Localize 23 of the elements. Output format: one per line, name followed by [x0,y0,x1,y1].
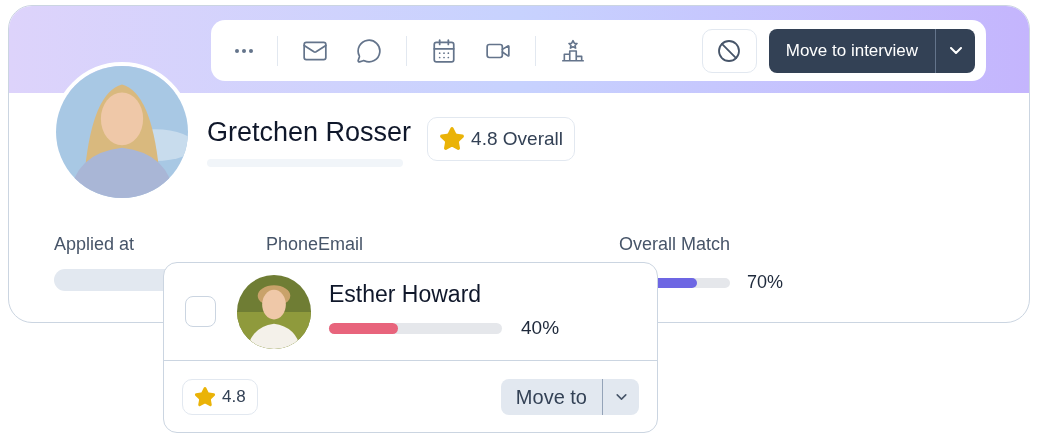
field-label: Phone [266,233,319,255]
podium-icon [560,37,586,64]
field-label: Applied at [54,233,136,255]
move-to-button[interactable]: Move to [500,378,602,415]
calendar-icon [431,37,457,64]
rating-badge: 4.8 [182,378,258,415]
chevron-down-icon [615,393,627,400]
field-label: Email [318,233,365,255]
star-icon [194,385,216,408]
match-percentage: 70% [747,271,784,294]
overall-match-label: Overall Match [619,233,732,255]
more-icon [235,48,253,53]
rating-badge: 4.8 Overall [427,117,575,161]
candidate-name: Esther Howard [329,280,483,309]
checkbox[interactable] [185,296,216,327]
candidate-name: Gretchen Rosser [207,116,412,149]
block-icon [717,38,742,63]
block-button[interactable] [701,28,757,73]
match-percentage: 40% [521,316,560,341]
chat-icon [356,37,382,64]
star-icon [439,126,466,152]
chevron-down-icon [949,47,962,54]
move-to-interview-button[interactable]: Move to interview [768,28,935,73]
